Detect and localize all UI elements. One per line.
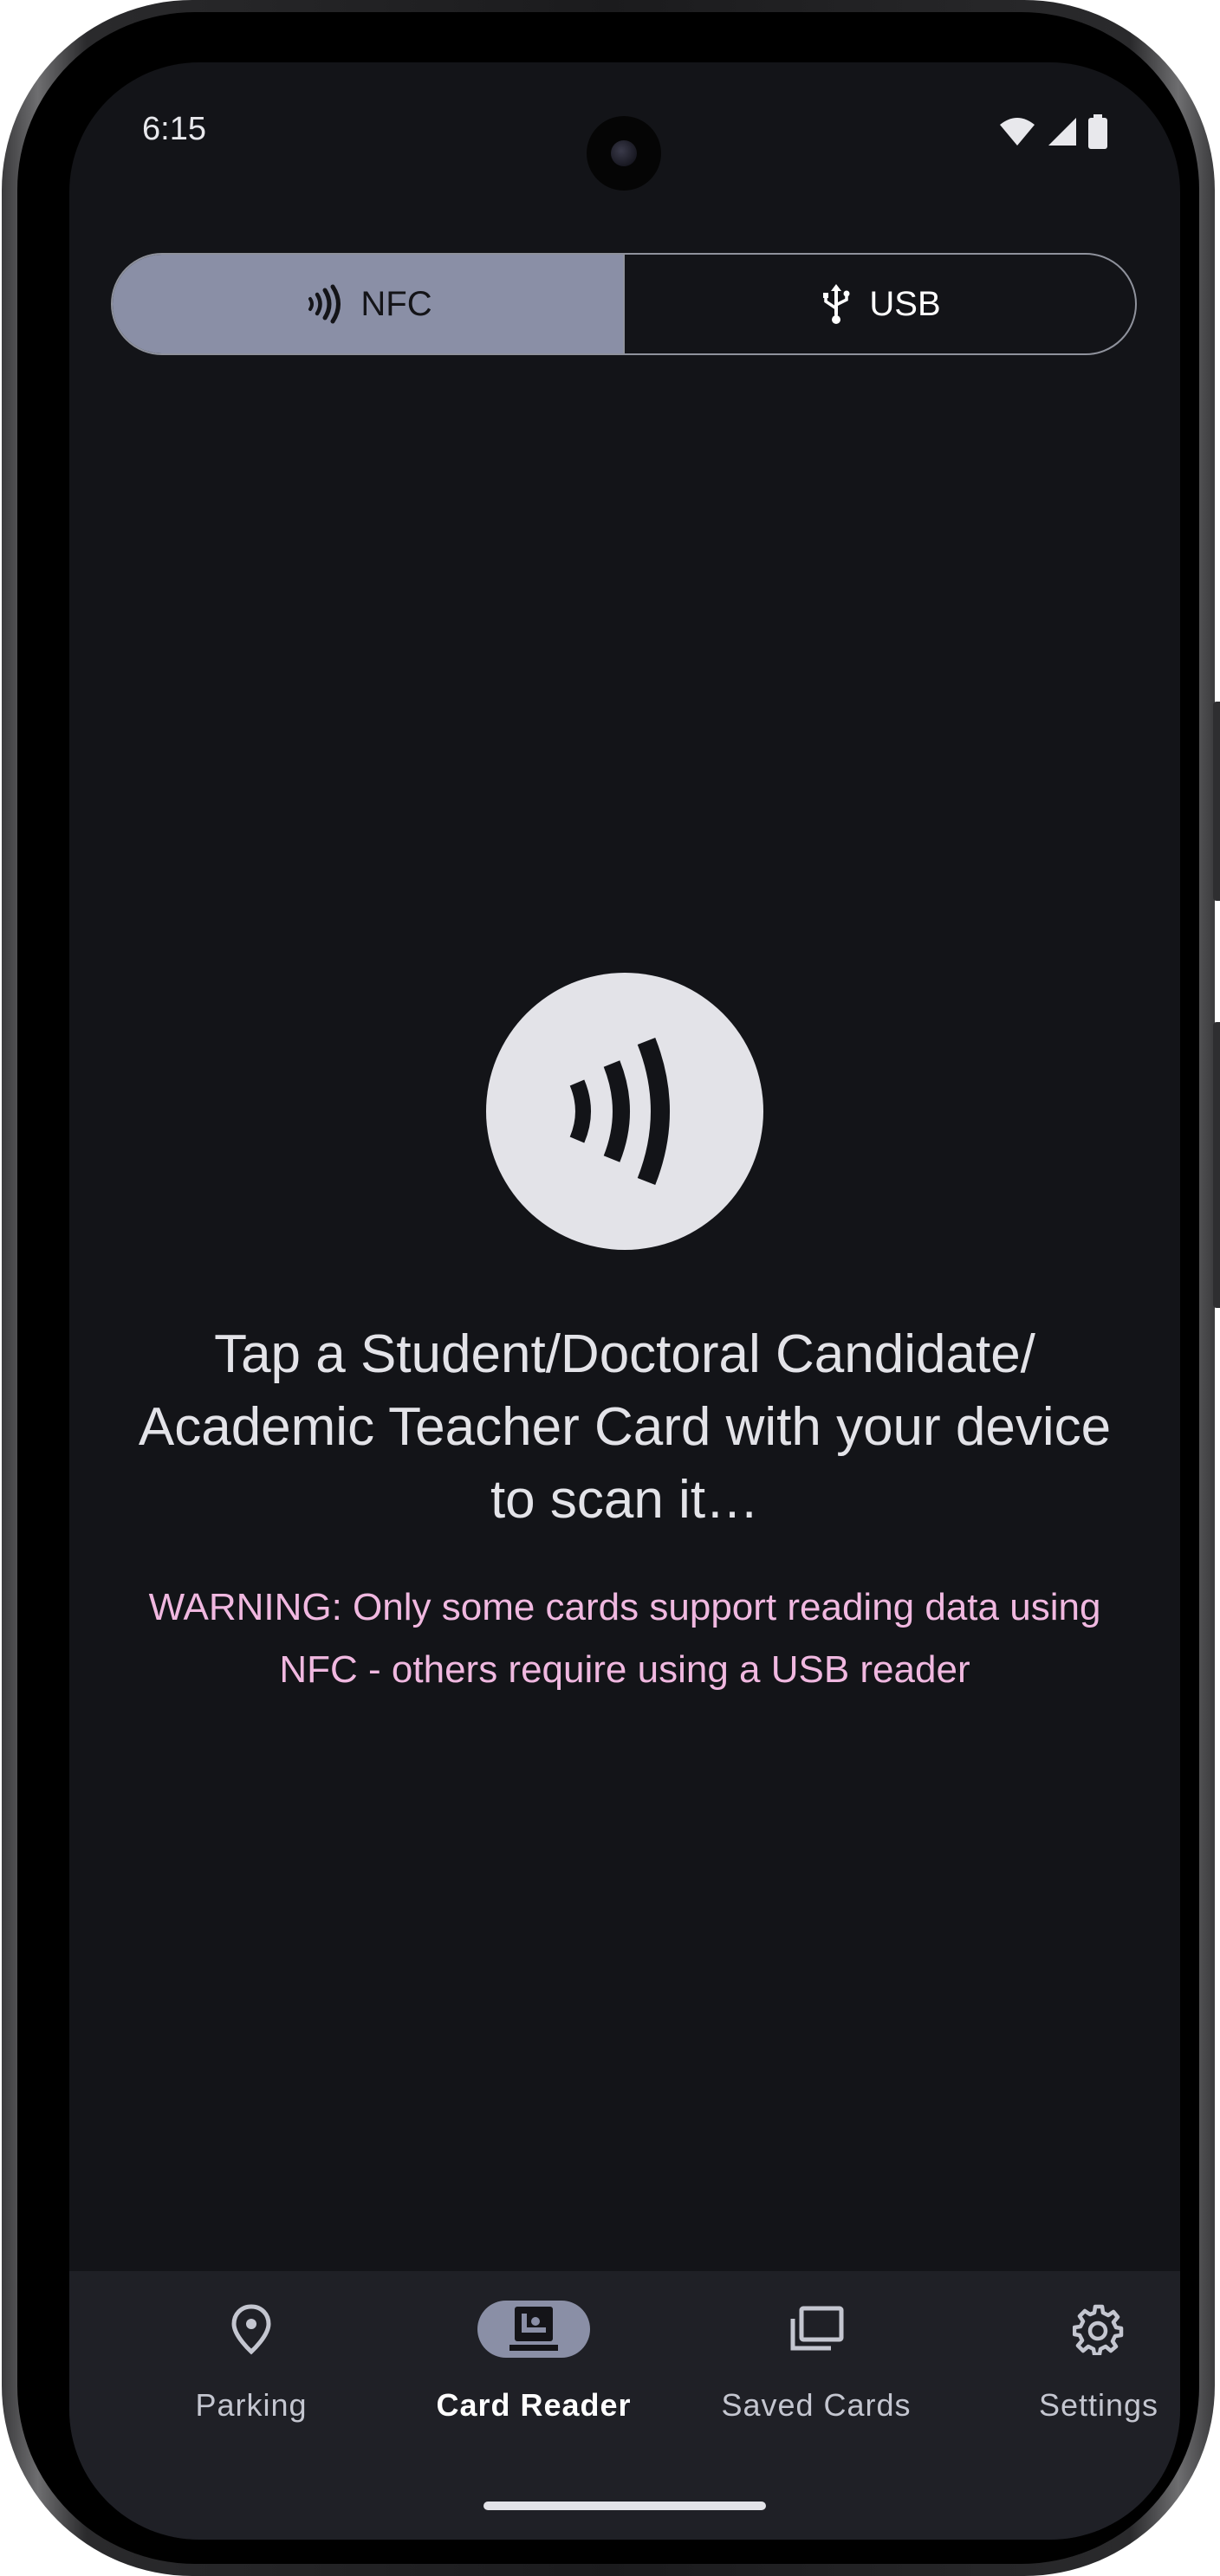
power-button <box>1213 702 1220 901</box>
nav-item-saved-cards[interactable]: Saved Cards <box>678 2301 955 2456</box>
nav-label-settings: Settings <box>1038 2387 1159 2423</box>
wifi-icon <box>1000 118 1035 146</box>
location-pin-icon <box>231 2304 271 2355</box>
volume-button <box>1213 1022 1220 1308</box>
bezel: 6:15 NFC USB Tap a Student/Doctoral Cand… <box>17 12 1199 2564</box>
status-icons <box>998 114 1107 149</box>
status-time: 6:15 <box>142 111 206 147</box>
nav-label-card-reader: Card Reader <box>436 2387 632 2423</box>
screen: 6:15 NFC USB Tap a Student/Doctoral Cand… <box>69 62 1180 2540</box>
nav-label-parking: Parking <box>195 2387 308 2423</box>
nfc-warning: WARNING: Only some cards support reading… <box>148 1586 1101 1691</box>
bottom-navigation: Parking Card Reader Saved Cards Settings <box>69 2271 1180 2540</box>
phone-frame: 6:15 NFC USB Tap a Student/Doctoral Cand… <box>2 0 1220 2576</box>
nav-item-settings[interactable]: Settings <box>960 2301 1180 2456</box>
card-reader-icon <box>509 2307 558 2351</box>
nav-pill <box>1042 2301 1155 2358</box>
nav-label-saved-cards: Saved Cards <box>721 2387 912 2423</box>
nav-pill <box>195 2301 308 2358</box>
tab-nfc-label: NFC <box>360 284 432 323</box>
usb-icon <box>823 284 850 324</box>
nfc-hero-circle <box>486 973 763 1250</box>
front-camera <box>587 116 661 191</box>
mode-toggle: NFC USB <box>111 253 1137 355</box>
scan-prompt: Tap a Student/Doctoral Candidate/ Academ… <box>138 1324 1112 1530</box>
battery-icon <box>1088 114 1107 149</box>
nav-item-parking[interactable]: Parking <box>113 2301 390 2456</box>
nav-item-card-reader[interactable]: Card Reader <box>395 2301 672 2456</box>
signal-icon <box>1048 118 1076 146</box>
tab-usb[interactable]: USB <box>623 255 1135 353</box>
nfc-icon <box>308 284 341 324</box>
tab-nfc[interactable]: NFC <box>113 255 623 353</box>
home-indicator[interactable] <box>483 2502 766 2510</box>
nav-pill <box>477 2301 590 2358</box>
nav-pill <box>760 2301 873 2358</box>
nfc-icon <box>569 1037 670 1186</box>
gear-icon <box>1073 2304 1124 2355</box>
cards-stack-icon <box>790 2306 844 2351</box>
tab-usb-label: USB <box>869 284 941 323</box>
